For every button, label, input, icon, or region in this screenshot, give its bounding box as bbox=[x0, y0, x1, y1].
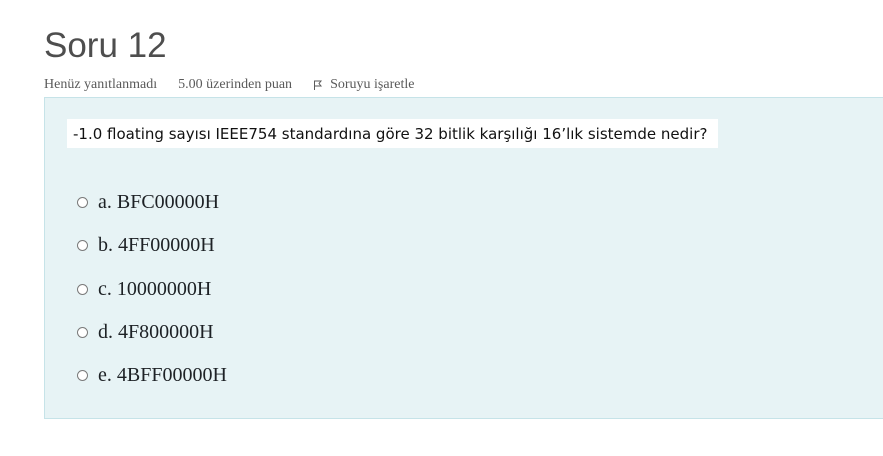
answer-option-b[interactable]: b. 4FF00000H bbox=[77, 233, 215, 257]
answer-option-e[interactable]: e. 4BFF00000H bbox=[77, 363, 227, 387]
radio-empty-icon[interactable] bbox=[77, 196, 88, 208]
question-content-panel: -1.0 floating sayısı IEEE754 standardına… bbox=[44, 97, 883, 419]
radio-empty-icon[interactable] bbox=[77, 283, 88, 295]
question-text: -1.0 floating sayısı IEEE754 standardına… bbox=[67, 119, 719, 148]
answer-option-a[interactable]: a. BFC00000H bbox=[77, 190, 219, 214]
radio-empty-icon[interactable] bbox=[77, 239, 88, 251]
radio-empty-icon[interactable] bbox=[77, 326, 88, 338]
question-grade: 5.00 üzerinden puan bbox=[178, 77, 293, 92]
flag-question-link[interactable]: Soruyu işaretle bbox=[312, 77, 414, 93]
question-state: Henüz yanıtlanmadı bbox=[44, 77, 158, 92]
answer-label: b. 4FF00000H bbox=[98, 233, 215, 256]
answer-option-c[interactable]: c. 10000000H bbox=[77, 277, 211, 301]
answer-label: c. 10000000H bbox=[98, 277, 212, 300]
answer-label: d. 4F800000H bbox=[98, 320, 214, 343]
answer-label: a. BFC00000H bbox=[98, 190, 220, 213]
question-title: Soru 12 bbox=[44, 26, 167, 65]
question-info: Henüz yanıtlanmadı 5.00 üzerinden puan S… bbox=[44, 76, 414, 94]
answer-label: e. 4BFF00000H bbox=[98, 363, 227, 386]
radio-empty-icon[interactable] bbox=[77, 369, 88, 381]
answer-option-d[interactable]: d. 4F800000H bbox=[77, 320, 214, 344]
flag-outline-icon bbox=[314, 80, 323, 90]
flag-question-label: Soruyu işaretle bbox=[330, 77, 415, 92]
